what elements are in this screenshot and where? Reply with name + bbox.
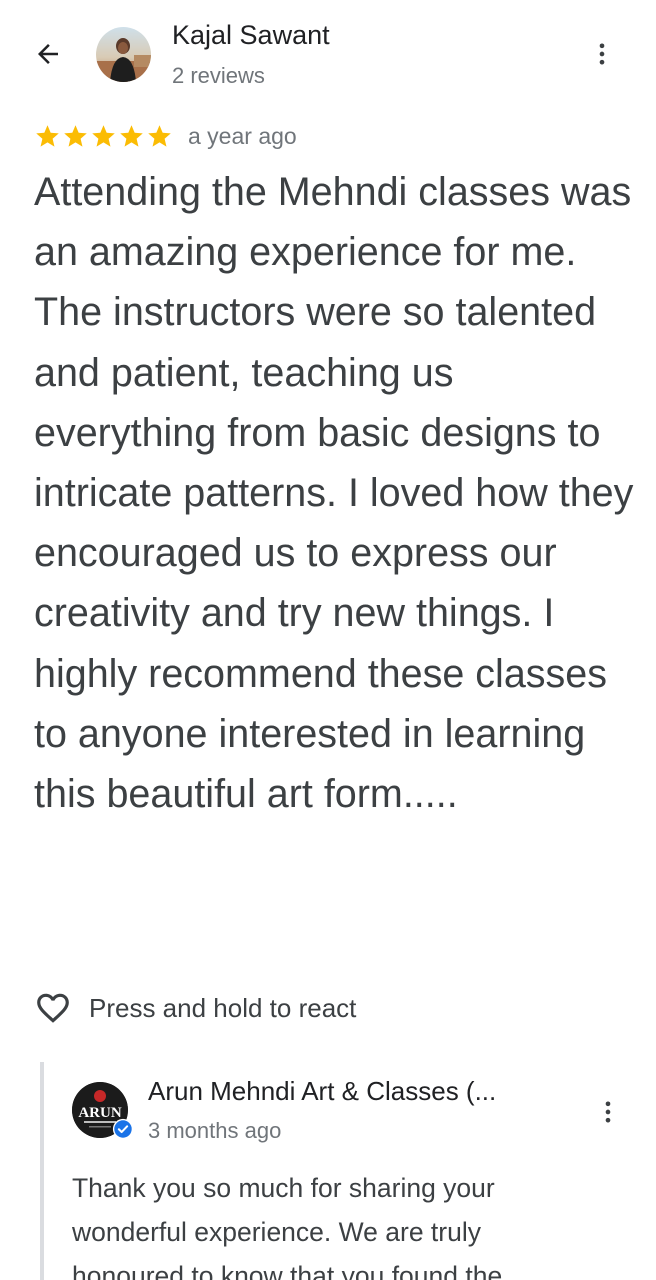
review-time: a year ago [188, 122, 297, 149]
review-header: Kajal Sawant 2 reviews [0, 0, 656, 110]
more-vert-icon [605, 1101, 611, 1123]
star-rating [34, 123, 173, 150]
arrow-back-icon [38, 44, 58, 64]
reviewer-avatar[interactable] [96, 27, 151, 82]
react-button[interactable]: Press and hold to react [34, 985, 356, 1031]
star-icon [92, 124, 115, 147]
owner-reply-time: 3 months ago [148, 1118, 282, 1143]
heart-outline-icon [37, 993, 69, 1023]
owner-reply-text: Thank you so much for sharing your wonde… [72, 1173, 503, 1280]
review-detail-screen: Kajal Sawant 2 reviews a year ago Attend… [0, 0, 656, 1280]
owner-name[interactable]: Arun Mehndi Art & Classes (... [148, 1076, 496, 1107]
back-button[interactable] [24, 30, 72, 78]
more-options-button[interactable] [580, 32, 624, 76]
reviewer-review-count[interactable]: 2 reviews [172, 63, 265, 89]
star-icon [64, 124, 87, 147]
reply-more-options-button[interactable] [586, 1090, 630, 1134]
rating-row: a year ago [34, 120, 297, 152]
review-body: Attending the Mehndi classes was an amaz… [34, 170, 634, 817]
star-icon [120, 124, 143, 147]
star-icon [36, 124, 59, 147]
avatar-photo [96, 27, 151, 82]
react-label: Press and hold to react [89, 992, 357, 1023]
reviewer-name[interactable]: Kajal Sawant [172, 20, 330, 51]
more-vert-icon [599, 43, 605, 65]
reply-divider [40, 1062, 44, 1280]
star-icon [148, 124, 171, 147]
owner-reply: ARUN Arun Mehndi Art & Classes (... 3 mo… [40, 1062, 656, 1280]
verified-badge-icon [112, 1118, 134, 1140]
